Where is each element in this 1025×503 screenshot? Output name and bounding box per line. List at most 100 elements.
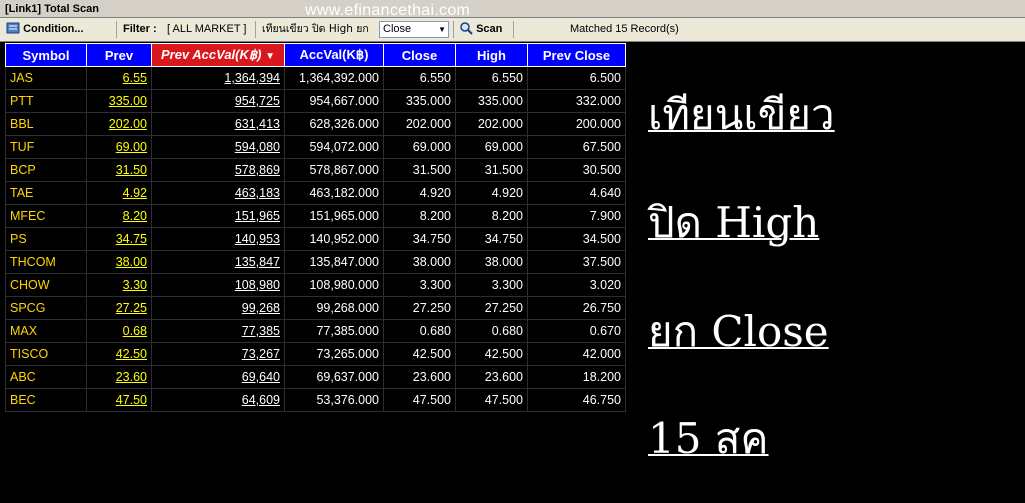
cell-close: 0.680 — [383, 319, 456, 343]
cell-prev-accval[interactable]: 954,725 — [151, 89, 285, 113]
scan-button[interactable]: Scan — [459, 18, 502, 41]
cell-prev-accval[interactable]: 594,080 — [151, 135, 285, 159]
cell-prev-close: 6.500 — [527, 66, 626, 90]
col-header-symbol[interactable]: Symbol — [5, 43, 87, 67]
condition-button[interactable]: Condition... — [6, 18, 84, 41]
cell-close: 202.000 — [383, 112, 456, 136]
scan-icon — [460, 22, 473, 35]
cell-prev-accval[interactable]: 631,413 — [151, 112, 285, 136]
table-row[interactable]: JAS 6.55 1,364,394 1,364,392.000 6.550 6.550 6… — [5, 66, 626, 90]
cell-high: 31.500 — [455, 158, 528, 182]
cell-high: 34.750 — [455, 227, 528, 251]
cell-accval: 1,364,392.000 — [284, 66, 384, 90]
cell-prev-accval[interactable]: 73,267 — [151, 342, 285, 366]
cell-prev[interactable]: 27.25 — [86, 296, 152, 320]
criteria-select[interactable]: Close ▼ — [379, 21, 449, 38]
cell-prev[interactable]: 4.92 — [86, 181, 152, 205]
cell-prev-accval[interactable]: 69,640 — [151, 365, 285, 389]
cell-prev-close: 42.000 — [527, 342, 626, 366]
cell-prev[interactable]: 0.68 — [86, 319, 152, 343]
cell-prev[interactable]: 335.00 — [86, 89, 152, 113]
cell-prev[interactable]: 34.75 — [86, 227, 152, 251]
col-header-prev-accval[interactable]: Prev AccVal(K฿) ▼ — [151, 43, 285, 67]
col-header-high[interactable]: High — [455, 43, 528, 67]
cell-symbol[interactable]: ABC — [5, 365, 87, 389]
condition-label: Condition... — [23, 23, 84, 35]
cell-prev-close: 4.640 — [527, 181, 626, 205]
cell-symbol[interactable]: MAX — [5, 319, 87, 343]
cell-prev[interactable]: 69.00 — [86, 135, 152, 159]
cell-accval: 954,667.000 — [284, 89, 384, 113]
toolbar-separator — [116, 21, 117, 38]
matched-records: Matched 15 Record(s) — [570, 23, 679, 35]
cell-symbol[interactable]: JAS — [5, 66, 87, 90]
table-row[interactable]: ABC 23.60 69,640 69,637.000 23.600 23.600 18.2… — [5, 365, 626, 389]
table-row[interactable]: TUF 69.00 594,080 594,072.000 69.000 69.000 67… — [5, 135, 626, 159]
cell-symbol[interactable]: PS — [5, 227, 87, 251]
cell-prev-accval[interactable]: 463,183 — [151, 181, 285, 205]
col-header-prev[interactable]: Prev — [86, 43, 152, 67]
cell-high: 4.920 — [455, 181, 528, 205]
cell-high: 47.500 — [455, 388, 528, 412]
table-row[interactable]: PS 34.75 140,953 140,952.000 34.750 34.750 34.… — [5, 227, 626, 251]
table-row[interactable]: TISCO 42.50 73,267 73,265.000 42.500 42.500 42… — [5, 342, 626, 366]
filter-value[interactable]: [ ALL MARKET ] — [167, 18, 246, 41]
cell-prev[interactable]: 42.50 — [86, 342, 152, 366]
sort-desc-icon: ▼ — [265, 51, 276, 62]
table-row[interactable]: MAX 0.68 77,385 77,385.000 0.680 0.680 0.670 — [5, 319, 626, 343]
col-header-prev-close[interactable]: Prev Close — [527, 43, 626, 67]
table-row[interactable]: PTT 335.00 954,725 954,667.000 335.000 335.00… — [5, 89, 626, 113]
toolbar-separator — [513, 21, 514, 38]
cell-symbol[interactable]: THCOM — [5, 250, 87, 274]
cell-prev-accval[interactable]: 108,980 — [151, 273, 285, 297]
cell-prev-accval[interactable]: 151,965 — [151, 204, 285, 228]
cell-prev-accval[interactable]: 140,953 — [151, 227, 285, 251]
cell-prev[interactable]: 6.55 — [86, 66, 152, 90]
cell-close: 69.000 — [383, 135, 456, 159]
table-row[interactable]: TAE 4.92 463,183 463,182.000 4.920 4.920 4.640 — [5, 181, 626, 205]
cell-prev-accval[interactable]: 99,268 — [151, 296, 285, 320]
cell-symbol[interactable]: SPCG — [5, 296, 87, 320]
table-row[interactable]: BCP 31.50 578,869 578,867.000 31.500 31.500 30… — [5, 158, 626, 182]
cell-symbol[interactable]: MFEC — [5, 204, 87, 228]
cell-close: 42.500 — [383, 342, 456, 366]
cell-prev[interactable]: 23.60 — [86, 365, 152, 389]
cell-accval: 140,952.000 — [284, 227, 384, 251]
overlay-text-lift-close: ยก Close — [648, 307, 829, 356]
table-row[interactable]: CHOW 3.30 108,980 108,980.000 3.300 3.300 3.02… — [5, 273, 626, 297]
cell-prev-accval[interactable]: 64,609 — [151, 388, 285, 412]
table-row[interactable]: BEC 47.50 64,609 53,376.000 47.500 47.500 46.7… — [5, 388, 626, 412]
table-row[interactable]: BBL 202.00 631,413 628,326.000 202.000 202.00… — [5, 112, 626, 136]
cell-high: 38.000 — [455, 250, 528, 274]
table-row[interactable]: MFEC 8.20 151,965 151,965.000 8.200 8.200 7.90… — [5, 204, 626, 228]
col-header-close[interactable]: Close — [383, 43, 456, 67]
cell-prev-close: 34.500 — [527, 227, 626, 251]
cell-prev[interactable]: 47.50 — [86, 388, 152, 412]
cell-close: 47.500 — [383, 388, 456, 412]
col-header-accval[interactable]: AccVal(K฿) — [284, 43, 384, 67]
cell-symbol[interactable]: BEC — [5, 388, 87, 412]
cell-prev-accval[interactable]: 578,869 — [151, 158, 285, 182]
table-row[interactable]: THCOM 38.00 135,847 135,847.000 38.000 38.000… — [5, 250, 626, 274]
cell-prev-accval[interactable]: 77,385 — [151, 319, 285, 343]
cell-symbol[interactable]: BBL — [5, 112, 87, 136]
cell-symbol[interactable]: BCP — [5, 158, 87, 182]
cell-close: 4.920 — [383, 181, 456, 205]
cell-prev[interactable]: 8.20 — [86, 204, 152, 228]
cell-prev-accval[interactable]: 135,847 — [151, 250, 285, 274]
cell-symbol[interactable]: PTT — [5, 89, 87, 113]
condition-icon — [6, 22, 20, 34]
cell-symbol[interactable]: TISCO — [5, 342, 87, 366]
cell-prev[interactable]: 202.00 — [86, 112, 152, 136]
cell-prev[interactable]: 3.30 — [86, 273, 152, 297]
cell-prev[interactable]: 38.00 — [86, 250, 152, 274]
cell-close: 6.550 — [383, 66, 456, 90]
cell-prev[interactable]: 31.50 — [86, 158, 152, 182]
table-row[interactable]: SPCG 27.25 99,268 99,268.000 27.250 27.250 26.… — [5, 296, 626, 320]
cell-symbol[interactable]: TAE — [5, 181, 87, 205]
cell-symbol[interactable]: TUF — [5, 135, 87, 159]
filter-label: Filter : — [123, 23, 157, 35]
cell-symbol[interactable]: CHOW — [5, 273, 87, 297]
cell-prev-accval[interactable]: 1,364,394 — [151, 66, 285, 90]
cell-accval: 578,867.000 — [284, 158, 384, 182]
